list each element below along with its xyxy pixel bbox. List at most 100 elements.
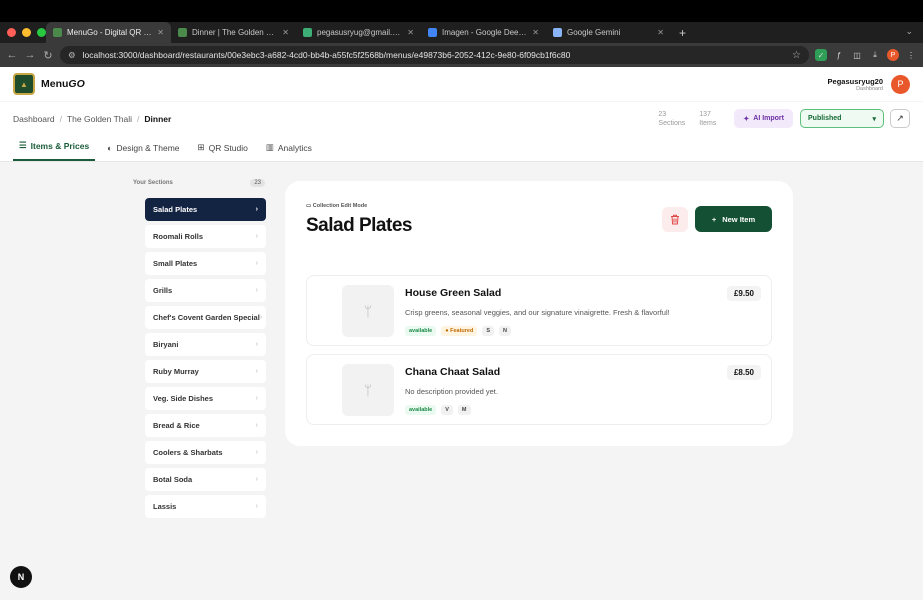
reload-button[interactable]: ↻ [42,49,54,62]
close-window-button[interactable] [7,28,16,37]
close-tab-icon[interactable]: ✕ [157,28,164,37]
browser-menu-icon[interactable]: ⋮ [905,49,917,61]
browser-tab[interactable]: MenuGo - Digital QR Code M ✕ [46,22,171,43]
tab-design-theme[interactable]: ◐ Design & Theme [101,143,185,161]
sidebar-item[interactable]: Lassis › [145,495,266,518]
browser-tab[interactable]: Imagen - Google DeepMind ✕ [421,22,546,43]
dietary-tag: S [482,326,495,336]
maximize-window-button[interactable] [37,28,46,37]
external-link-icon: ↗ [896,113,904,123]
sidebar-item-label: Veg. Side Dishes [153,394,214,403]
tab-qr-studio[interactable]: ⊞ QR Studio [192,142,254,161]
browser-tab[interactable]: Dinner | The Golden Thali - M ✕ [171,22,296,43]
chevron-right-icon: › [255,503,258,510]
item-price: £9.50 [726,286,761,301]
site-info-icon[interactable]: ⚙ [68,50,76,61]
status-select[interactable]: Published ▾ [800,109,884,128]
chevron-right-icon: › [255,395,258,402]
chevron-right-icon: › [255,206,258,213]
sidebar-item[interactable]: Small Plates › [145,252,266,275]
sidebar-item-label: Bread & Rice [153,421,200,430]
breadcrumb-current: Dinner [144,113,172,124]
browser-tab[interactable]: Google Gemini ✕ [546,22,671,43]
menugo-logo[interactable]: ▲ [13,73,35,95]
app-header: ▲ MenuGO Pegasusryug20 Dashboard P [0,67,923,101]
item-image-placeholder: ᛘ [342,285,394,337]
main-content: Your Sections 23 Salad Plates › Roomali Ro… [0,162,923,599]
tab-title: MenuGo - Digital QR Code M [67,28,152,37]
back-button[interactable]: ← [6,49,18,61]
ai-import-button[interactable]: ✦ AI Import [734,109,793,128]
chevron-right-icon: › [255,449,258,456]
tab-title: pegasusryug@gmail.com's P [317,28,402,37]
sidebar-item-label: Lassis [153,502,177,511]
chevron-right-icon: › [255,476,258,483]
new-item-button[interactable]: + New Item [695,206,772,232]
bookmark-star-icon[interactable]: ☆ [792,50,801,61]
chevron-right-icon: › [255,368,258,375]
list-icon: ☰ [19,140,27,150]
sidebar-item[interactable]: Chef's Covent Garden Special › [145,306,266,329]
nextjs-badge[interactable]: N [10,566,32,588]
new-tab-button[interactable]: + [671,26,694,40]
forward-button[interactable]: → [24,49,36,61]
menu-item-card[interactable]: ᛘ Chana Chaat Salad No description provi… [306,354,772,425]
collection-mode-label: ▭ Collection Edit Mode [306,203,368,209]
minimize-window-button[interactable] [22,28,31,37]
window-controls [0,28,46,37]
extension-icon[interactable]: ✓ [815,49,827,61]
avatar[interactable]: P [891,74,910,94]
sidebar-item[interactable]: Salad Plates › [145,198,266,221]
tab-favicon-icon [303,28,312,37]
item-tags: available ● Featured S N [405,326,511,336]
sidebar-item-label: Salad Plates [153,205,198,214]
sidebar-item[interactable]: Roomali Rolls › [145,225,266,248]
close-tab-icon[interactable]: ✕ [657,28,664,37]
delete-section-button[interactable] [662,207,688,232]
item-image-placeholder: ᛘ [342,364,394,416]
brand-name[interactable]: MenuGO [41,78,85,90]
function-extension-icon[interactable]: ƒ [833,49,845,61]
sidebar-item[interactable]: Biryani › [145,333,266,356]
user-subtitle: Dashboard [856,85,883,92]
plus-icon: + [711,214,717,224]
breadcrumb-restaurant[interactable]: The Golden Thali [67,114,132,124]
close-tab-icon[interactable]: ✕ [407,28,414,37]
sidebar-item[interactable]: Grills › [145,279,266,302]
address-bar[interactable]: ⚙ localhost:3000/dashboard/restaurants/0… [60,46,809,64]
chevron-right-icon: › [259,314,263,321]
sidebar-item[interactable]: Bread & Rice › [145,414,266,437]
browser-tab[interactable]: pegasusryug@gmail.com's P ✕ [296,22,421,43]
extensions-puzzle-icon[interactable]: ◫ [851,49,863,61]
page-title: Salad Plates [306,215,412,236]
tab-analytics[interactable]: ▥ Analytics [260,142,318,161]
sidebar-item[interactable]: Botal Soda › [145,468,266,491]
download-icon[interactable]: ⤓ [869,49,881,61]
user-info: Pegasusryug20 Dashboard [828,77,883,92]
breadcrumb: Dashboard / The Golden Thali / Dinner 23… [0,101,923,135]
sections-title: Your Sections [133,180,173,186]
sidebar-item-label: Small Plates [153,259,198,268]
tab-items-prices[interactable]: ☰ Items & Prices [13,140,96,161]
sidebar-item[interactable]: Veg. Side Dishes › [145,387,266,410]
breadcrumb-dashboard[interactable]: Dashboard [13,114,55,124]
tab-search-icon[interactable]: ⌄ [905,26,913,37]
folder-icon: ▭ [306,203,313,209]
menu-item-card[interactable]: ᛘ House Green Salad Crisp greens, season… [306,275,772,346]
tab-favicon-icon [178,28,187,37]
browser-toolbar: ← → ↻ ⚙ localhost:3000/dashboard/restaur… [0,43,923,67]
sidebar-item-label: Grills [153,286,173,295]
close-tab-icon[interactable]: ✕ [282,28,289,37]
bar-chart-icon: ▥ [265,142,274,152]
sidebar-item-label: Ruby Murray [153,367,199,376]
sparkle-icon: ✦ [743,115,750,123]
browser-profile-avatar[interactable]: P [887,49,899,61]
sidebar-item-label: Biryani [153,340,179,349]
open-external-button[interactable]: ↗ [890,109,910,128]
close-tab-icon[interactable]: ✕ [532,28,539,37]
sidebar-item[interactable]: Coolers & Sharbats › [145,441,266,464]
sidebar-item-label: Botal Soda [153,475,193,484]
sidebar-item[interactable]: Ruby Murray › [145,360,266,383]
sections-header: Your Sections 23 [133,179,265,187]
menu-stats: 23 Sections 137 Items [658,110,716,128]
